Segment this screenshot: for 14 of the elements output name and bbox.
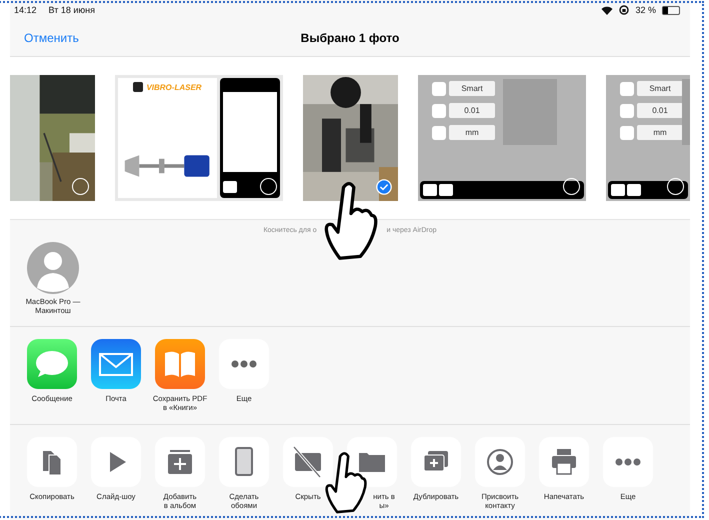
setting-field: mm [637, 125, 683, 140]
status-time: 14:12 [14, 5, 37, 15]
cancel-button[interactable]: Отменить [10, 31, 79, 45]
logo-text: VIBRO-LASER [146, 82, 202, 92]
status-date: Вт 18 июня [48, 5, 95, 15]
setting-field: Smart [449, 81, 495, 96]
setting-field: mm [449, 125, 495, 140]
sheet-title: Выбрано 1 фото [300, 31, 400, 45]
photo-thumbnail[interactable]: Smart 0.01 mm [606, 75, 690, 201]
setting-field: Smart [637, 81, 683, 96]
battery-percent: 32 % [635, 5, 656, 15]
setting-field: 0.01 [637, 103, 683, 118]
photo-thumbnail[interactable]: Smart 0.01 mm [418, 75, 586, 201]
setting-field: 0.01 [449, 103, 495, 118]
